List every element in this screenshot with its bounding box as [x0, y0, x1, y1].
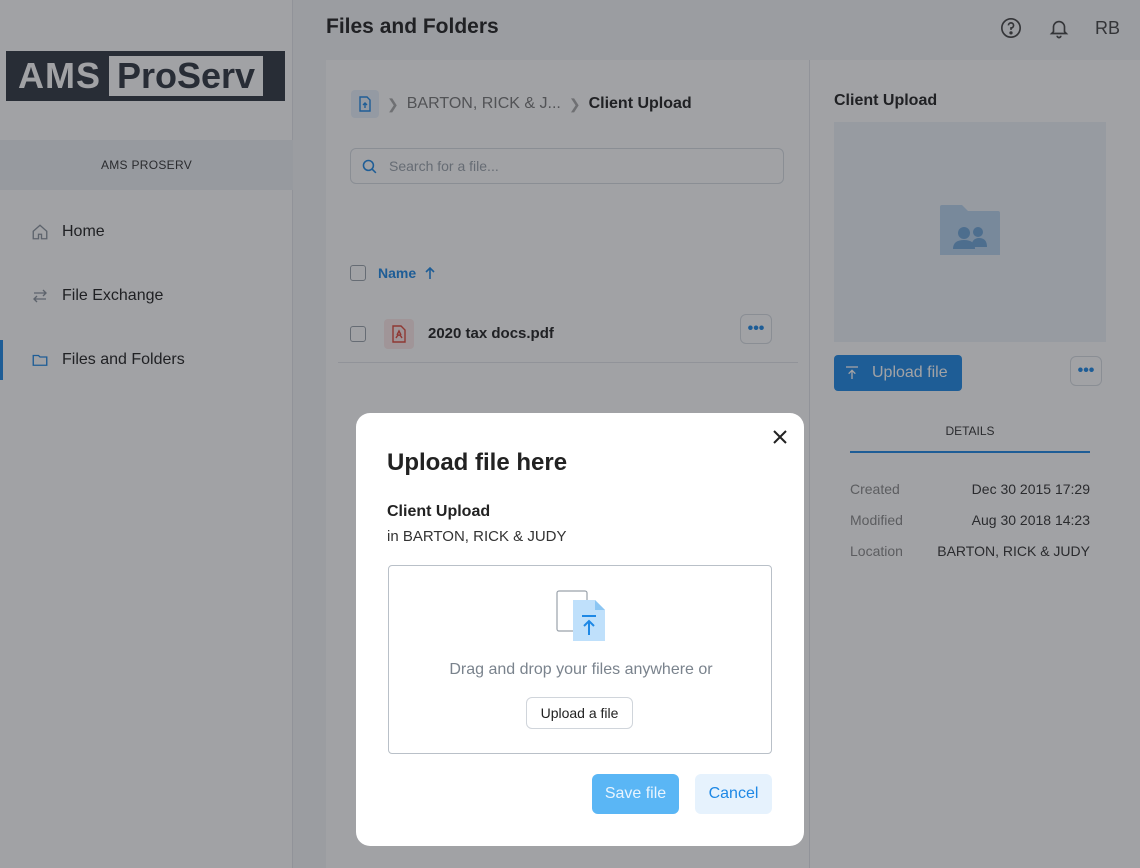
file-upload-icon: [555, 590, 607, 642]
upload-dialog: Upload file here Client Upload in BARTON…: [356, 413, 804, 846]
cancel-button[interactable]: Cancel: [695, 774, 772, 814]
close-icon[interactable]: [770, 427, 790, 447]
dropzone-text: Drag and drop your files anywhere or: [449, 661, 713, 678]
file-dropzone[interactable]: Drag and drop your files anywhere or Upl…: [388, 565, 772, 754]
dialog-title: Upload file here: [387, 449, 568, 476]
save-file-button[interactable]: Save file: [592, 774, 679, 814]
dialog-folder-name: Client Upload: [387, 503, 491, 520]
upload-a-file-button[interactable]: Upload a file: [526, 697, 633, 729]
dialog-folder-location: in BARTON, RICK & JUDY: [387, 528, 567, 545]
